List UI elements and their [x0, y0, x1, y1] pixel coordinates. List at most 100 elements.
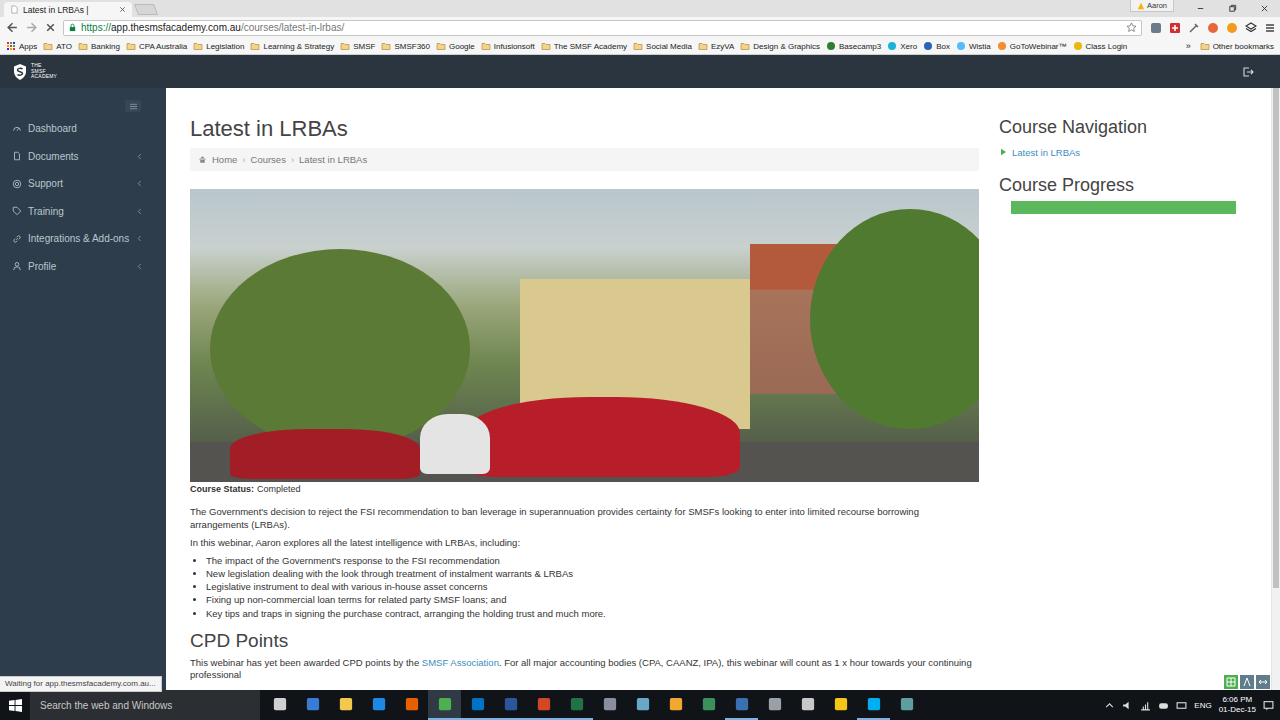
taskbar-app[interactable] — [626, 690, 659, 720]
close-window-button[interactable] — [1248, 0, 1280, 17]
breadcrumb-item[interactable]: Home — [212, 154, 237, 165]
keyboard-icon[interactable] — [1176, 700, 1187, 711]
taskbar-app[interactable] — [395, 690, 428, 720]
folder-icon — [43, 41, 53, 51]
resize-icon[interactable] — [1256, 675, 1270, 689]
sidebar-item[interactable]: Integrations & Add-ons — [0, 225, 166, 253]
app-icon — [834, 697, 848, 711]
notifications-icon[interactable] — [1263, 700, 1274, 711]
bookmark-item[interactable]: Wistia — [953, 41, 994, 51]
bookmark-item[interactable]: ATO — [40, 41, 75, 51]
start-button[interactable] — [0, 690, 30, 720]
bookmark-item[interactable]: Social Media — [630, 41, 695, 51]
sidebar-item[interactable]: Training — [0, 198, 166, 226]
page-scrollbar[interactable] — [1271, 88, 1280, 690]
bookmark-star-icon[interactable] — [1126, 22, 1137, 33]
layers-icon[interactable] — [1245, 22, 1257, 34]
browser-tab[interactable]: Latest in LRBAs | — [4, 2, 132, 17]
forward-icon[interactable] — [25, 21, 38, 34]
sidebar-item[interactable]: Profile — [0, 253, 166, 281]
other-bookmarks[interactable]: Other bookmarks — [1197, 41, 1277, 51]
search-box[interactable]: Search the web and Windows — [30, 690, 260, 720]
restore-button[interactable] — [1216, 0, 1248, 17]
tool-icon[interactable] — [1240, 675, 1254, 689]
extension-icon[interactable] — [1226, 22, 1238, 34]
taskbar-app[interactable] — [362, 690, 395, 720]
extension-icon[interactable] — [1207, 22, 1219, 34]
bookmark-item[interactable]: Box — [920, 41, 953, 51]
volume-icon[interactable] — [1122, 700, 1133, 711]
input-language[interactable]: ENG — [1194, 701, 1211, 710]
extension-icon[interactable] — [1169, 22, 1181, 34]
taskbar-app[interactable] — [428, 690, 461, 720]
bookmark-item[interactable]: EzyVA — [695, 41, 737, 51]
bookmark-label: Learning & Strategy — [263, 42, 334, 51]
taskbar-app[interactable] — [263, 690, 296, 720]
close-tab-icon[interactable] — [119, 6, 126, 13]
taskbar-app[interactable] — [824, 690, 857, 720]
taskbar-app[interactable] — [725, 690, 758, 720]
taskbar-app[interactable] — [692, 690, 725, 720]
bookmark-item[interactable]: Xero — [884, 41, 920, 51]
logout-icon[interactable] — [1242, 66, 1254, 78]
app-icon — [702, 697, 716, 711]
sidebar-label: Documents — [28, 151, 131, 162]
status-value: Completed — [257, 483, 301, 496]
new-tab-button[interactable] — [134, 4, 158, 15]
address-bar[interactable]: https://app.thesmsfacademy.com.au/course… — [63, 20, 1142, 36]
bookmark-item[interactable]: SMSF360 — [378, 41, 433, 51]
smsf-association-link[interactable]: SMSF Association — [422, 657, 499, 668]
taskbar-app[interactable] — [296, 690, 329, 720]
sidebar-item[interactable]: Support — [0, 170, 166, 198]
logo[interactable]: THESMSFACADEMY — [12, 63, 57, 81]
bookmark-item[interactable]: Legislation — [190, 41, 247, 51]
taskbar-app[interactable] — [494, 690, 527, 720]
bookmark-item[interactable]: CPA Australia — [123, 41, 190, 51]
scrollbar-thumb[interactable] — [1273, 88, 1279, 588]
taskbar-app[interactable] — [890, 690, 923, 720]
bookmark-item[interactable]: Banking — [75, 41, 123, 51]
taskbar-app[interactable] — [659, 690, 692, 720]
bookmark-item[interactable]: GoToWebinar™ — [994, 41, 1070, 51]
extension-icon[interactable] — [1150, 22, 1162, 34]
clock[interactable]: 6:06 PM01-Dec-15 — [1219, 695, 1256, 715]
more-bookmarks-button[interactable]: » — [1180, 41, 1197, 51]
back-icon[interactable] — [6, 21, 19, 34]
topic-item: Key tips and traps in signing the purcha… — [206, 607, 979, 620]
bookmark-item[interactable]: Learning & Strategy — [247, 41, 337, 51]
taskbar-app[interactable] — [857, 690, 890, 720]
menu-icon[interactable] — [1264, 22, 1276, 34]
taskbar-app[interactable] — [791, 690, 824, 720]
sidebar-toggle[interactable] — [125, 100, 141, 112]
taskbar-app[interactable] — [758, 690, 791, 720]
eyedropper-icon[interactable] — [1188, 22, 1200, 34]
show-hidden-icon[interactable] — [1104, 700, 1115, 711]
breadcrumb-separator: › — [242, 154, 245, 165]
reload-icon[interactable] — [44, 21, 57, 34]
taskbar-app[interactable] — [461, 690, 494, 720]
network-icon[interactable] — [1140, 700, 1151, 711]
bookmark-item[interactable]: The SMSF Academy — [538, 41, 630, 51]
grid-icon[interactable] — [1224, 675, 1238, 689]
sidebar-label: Profile — [28, 261, 131, 272]
bookmark-item[interactable]: Basecamp3 — [823, 41, 884, 51]
bookmark-item[interactable]: SMSF — [337, 41, 378, 51]
taskbar-app[interactable] — [560, 690, 593, 720]
profile-chip[interactable]: Aaron — [1130, 0, 1174, 12]
taskbar-app[interactable] — [329, 690, 362, 720]
course-nav-item[interactable]: Latest in LRBAs — [999, 144, 1236, 160]
support-icon — [12, 179, 22, 189]
taskbar-app[interactable] — [593, 690, 626, 720]
bookmark-item[interactable]: Google — [433, 41, 478, 51]
minimize-button[interactable] — [1184, 0, 1216, 17]
url-host: app.thesmsfacademy.com.au — [111, 22, 241, 33]
sidebar-item[interactable]: Dashboard — [0, 115, 166, 143]
bookmark-item[interactable]: Design & Graphics — [737, 41, 823, 51]
sidebar-item[interactable]: Documents — [0, 143, 166, 171]
bookmark-item[interactable]: Infusionsoft — [478, 41, 538, 51]
cloud-icon[interactable] — [1158, 700, 1169, 711]
breadcrumb-item[interactable]: Courses — [251, 154, 286, 165]
bookmark-item[interactable]: Apps — [3, 41, 40, 51]
taskbar-app[interactable] — [527, 690, 560, 720]
bookmark-item[interactable]: Class Login — [1070, 41, 1131, 51]
